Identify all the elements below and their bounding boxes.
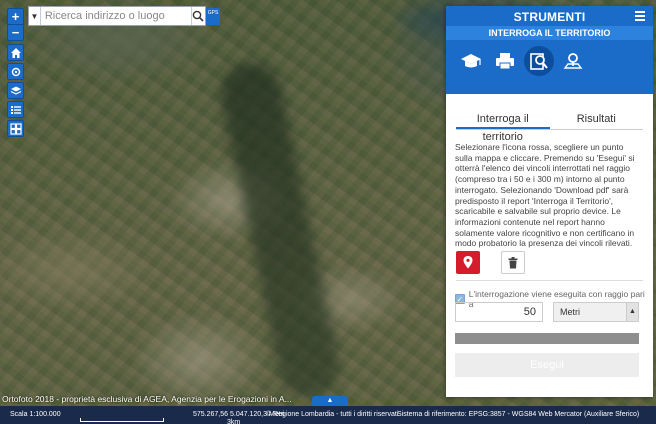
unit-select[interactable]: Metri ▲ — [553, 302, 639, 322]
tool-measure[interactable] — [558, 46, 588, 76]
legend-list-button[interactable] — [7, 101, 24, 118]
tool-icons — [456, 46, 588, 76]
locate-icon — [11, 67, 20, 76]
graduation-cap-icon — [461, 54, 481, 68]
zoom-in-button[interactable]: + — [7, 8, 24, 25]
search-dropdown[interactable]: ▼ — [29, 7, 41, 25]
status-footer: Scala 1:100.000 3km 575.267,56 5.047.120… — [0, 406, 656, 424]
radius-input[interactable]: 50 — [455, 302, 543, 322]
layers-icon — [10, 86, 21, 95]
search-input[interactable] — [40, 7, 191, 25]
list-icon — [10, 105, 21, 114]
instructions-text: Selezionare l'icona rossa, scegliere un … — [455, 142, 635, 249]
layers-button[interactable] — [7, 82, 24, 99]
scale-bar: 3km — [80, 418, 240, 424]
gps-button[interactable]: GPS — [206, 8, 220, 25]
panel-tabs: Interroga il territorio Risultati — [456, 110, 644, 143]
tab-results[interactable]: Risultati — [550, 110, 644, 129]
tool-query-territory[interactable] — [524, 46, 554, 76]
map-pin-icon — [463, 256, 473, 269]
grid-view-button[interactable] — [7, 120, 24, 137]
select-point-button[interactable] — [456, 251, 480, 274]
divider — [456, 280, 643, 281]
panel-subtitle: INTERROGA IL TERRITORIO — [446, 26, 653, 40]
printer-icon — [496, 53, 514, 70]
search-bar: ▼ — [28, 6, 206, 26]
ortho-copyright: Ortofoto 2018 - proprietà esclusiva di A… — [2, 394, 292, 404]
scale-label: Scala 1:100.000 — [10, 411, 61, 418]
panel-title: STRUMENTI — [513, 10, 586, 24]
menu-icon[interactable] — [635, 11, 645, 21]
unit-selected-value: Metri — [560, 307, 580, 317]
delete-button[interactable] — [501, 251, 525, 274]
tab-query-territory[interactable]: Interroga il territorio — [456, 110, 550, 143]
reference-system: Sistema di riferimento: EPSG:3857 - WGS8… — [397, 411, 640, 418]
panel-header: STRUMENTI INTERROGA IL TERRITORIO — [446, 6, 653, 94]
locate-button[interactable] — [7, 63, 24, 80]
chevron-down-icon: ▼ — [30, 11, 39, 21]
progress-bar — [455, 333, 639, 344]
execute-button[interactable]: Esegui — [455, 353, 639, 377]
river-valley — [215, 57, 345, 403]
search-icon — [193, 10, 204, 22]
chevron-down-icon: ▲ — [626, 303, 638, 321]
tools-panel: STRUMENTI INTERROGA IL TERRITORIO Interr… — [446, 6, 653, 397]
search-button[interactable] — [190, 7, 205, 25]
footer-copyright: © Regione Lombardia - tutti i diritti ri… — [266, 411, 399, 418]
home-icon — [10, 47, 21, 58]
chevron-up-icon: ▲ — [326, 397, 334, 404]
tool-info[interactable] — [456, 46, 486, 76]
query-territory-icon — [530, 53, 548, 70]
grid-icon — [9, 122, 22, 135]
trash-icon — [508, 256, 518, 268]
expand-footer-button[interactable]: ▲ — [312, 396, 348, 406]
tool-print[interactable] — [490, 46, 520, 76]
measure-icon — [563, 53, 583, 69]
home-button[interactable] — [7, 44, 24, 61]
zoom-out-button[interactable]: − — [7, 24, 24, 41]
